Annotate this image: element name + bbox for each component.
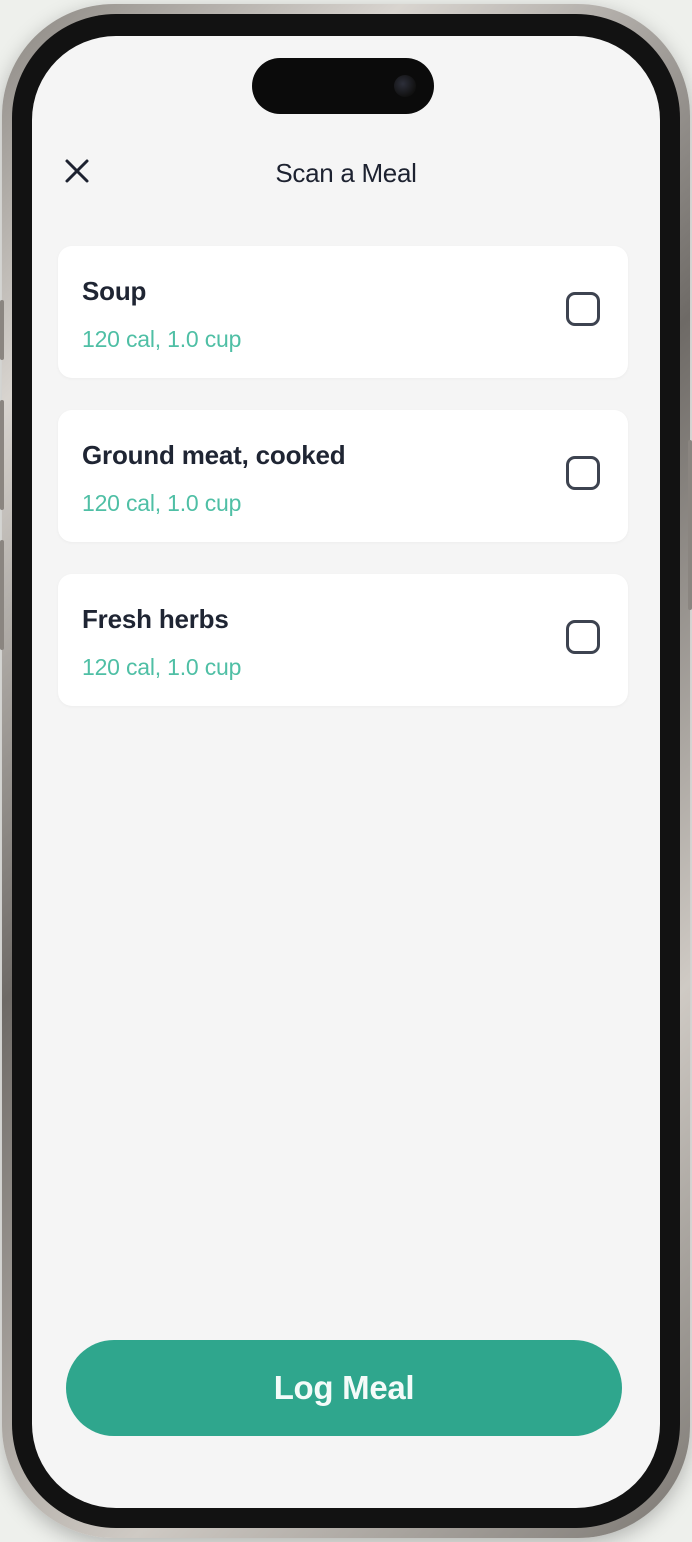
action-side-button [0, 300, 4, 360]
food-item-detail: 120 cal, 1.0 cup [82, 490, 242, 516]
food-item-checkbox[interactable] [566, 620, 600, 654]
power-side-button [688, 440, 692, 610]
food-item-checkbox[interactable] [566, 292, 600, 326]
log-meal-button[interactable]: Log Meal [66, 1340, 622, 1436]
page-title: Scan a Meal [275, 158, 417, 188]
front-camera-icon [394, 75, 416, 97]
food-item-name: Ground meat, cooked [82, 440, 346, 470]
nav-bar: Scan a Meal [32, 146, 660, 196]
dynamic-island [252, 58, 434, 114]
food-item-name: Soup [82, 276, 147, 306]
food-item-name: Fresh herbs [82, 604, 229, 634]
food-item-checkbox[interactable] [566, 456, 600, 490]
food-item-detail: 120 cal, 1.0 cup [82, 326, 242, 352]
food-item-card[interactable]: Fresh herbs 120 cal, 1.0 cup [58, 574, 628, 706]
food-item-card[interactable]: Soup 120 cal, 1.0 cup [58, 246, 628, 378]
food-item-detail: 120 cal, 1.0 cup [82, 654, 242, 680]
volume-up-side-button [0, 400, 4, 510]
food-items-list: Soup 120 cal, 1.0 cup Ground meat, cooke… [58, 246, 628, 738]
food-item-card[interactable]: Ground meat, cooked 120 cal, 1.0 cup [58, 410, 628, 542]
volume-down-side-button [0, 540, 4, 650]
app-screen: Scan a Meal Soup 120 cal, 1.0 cup Ground… [32, 36, 660, 1508]
